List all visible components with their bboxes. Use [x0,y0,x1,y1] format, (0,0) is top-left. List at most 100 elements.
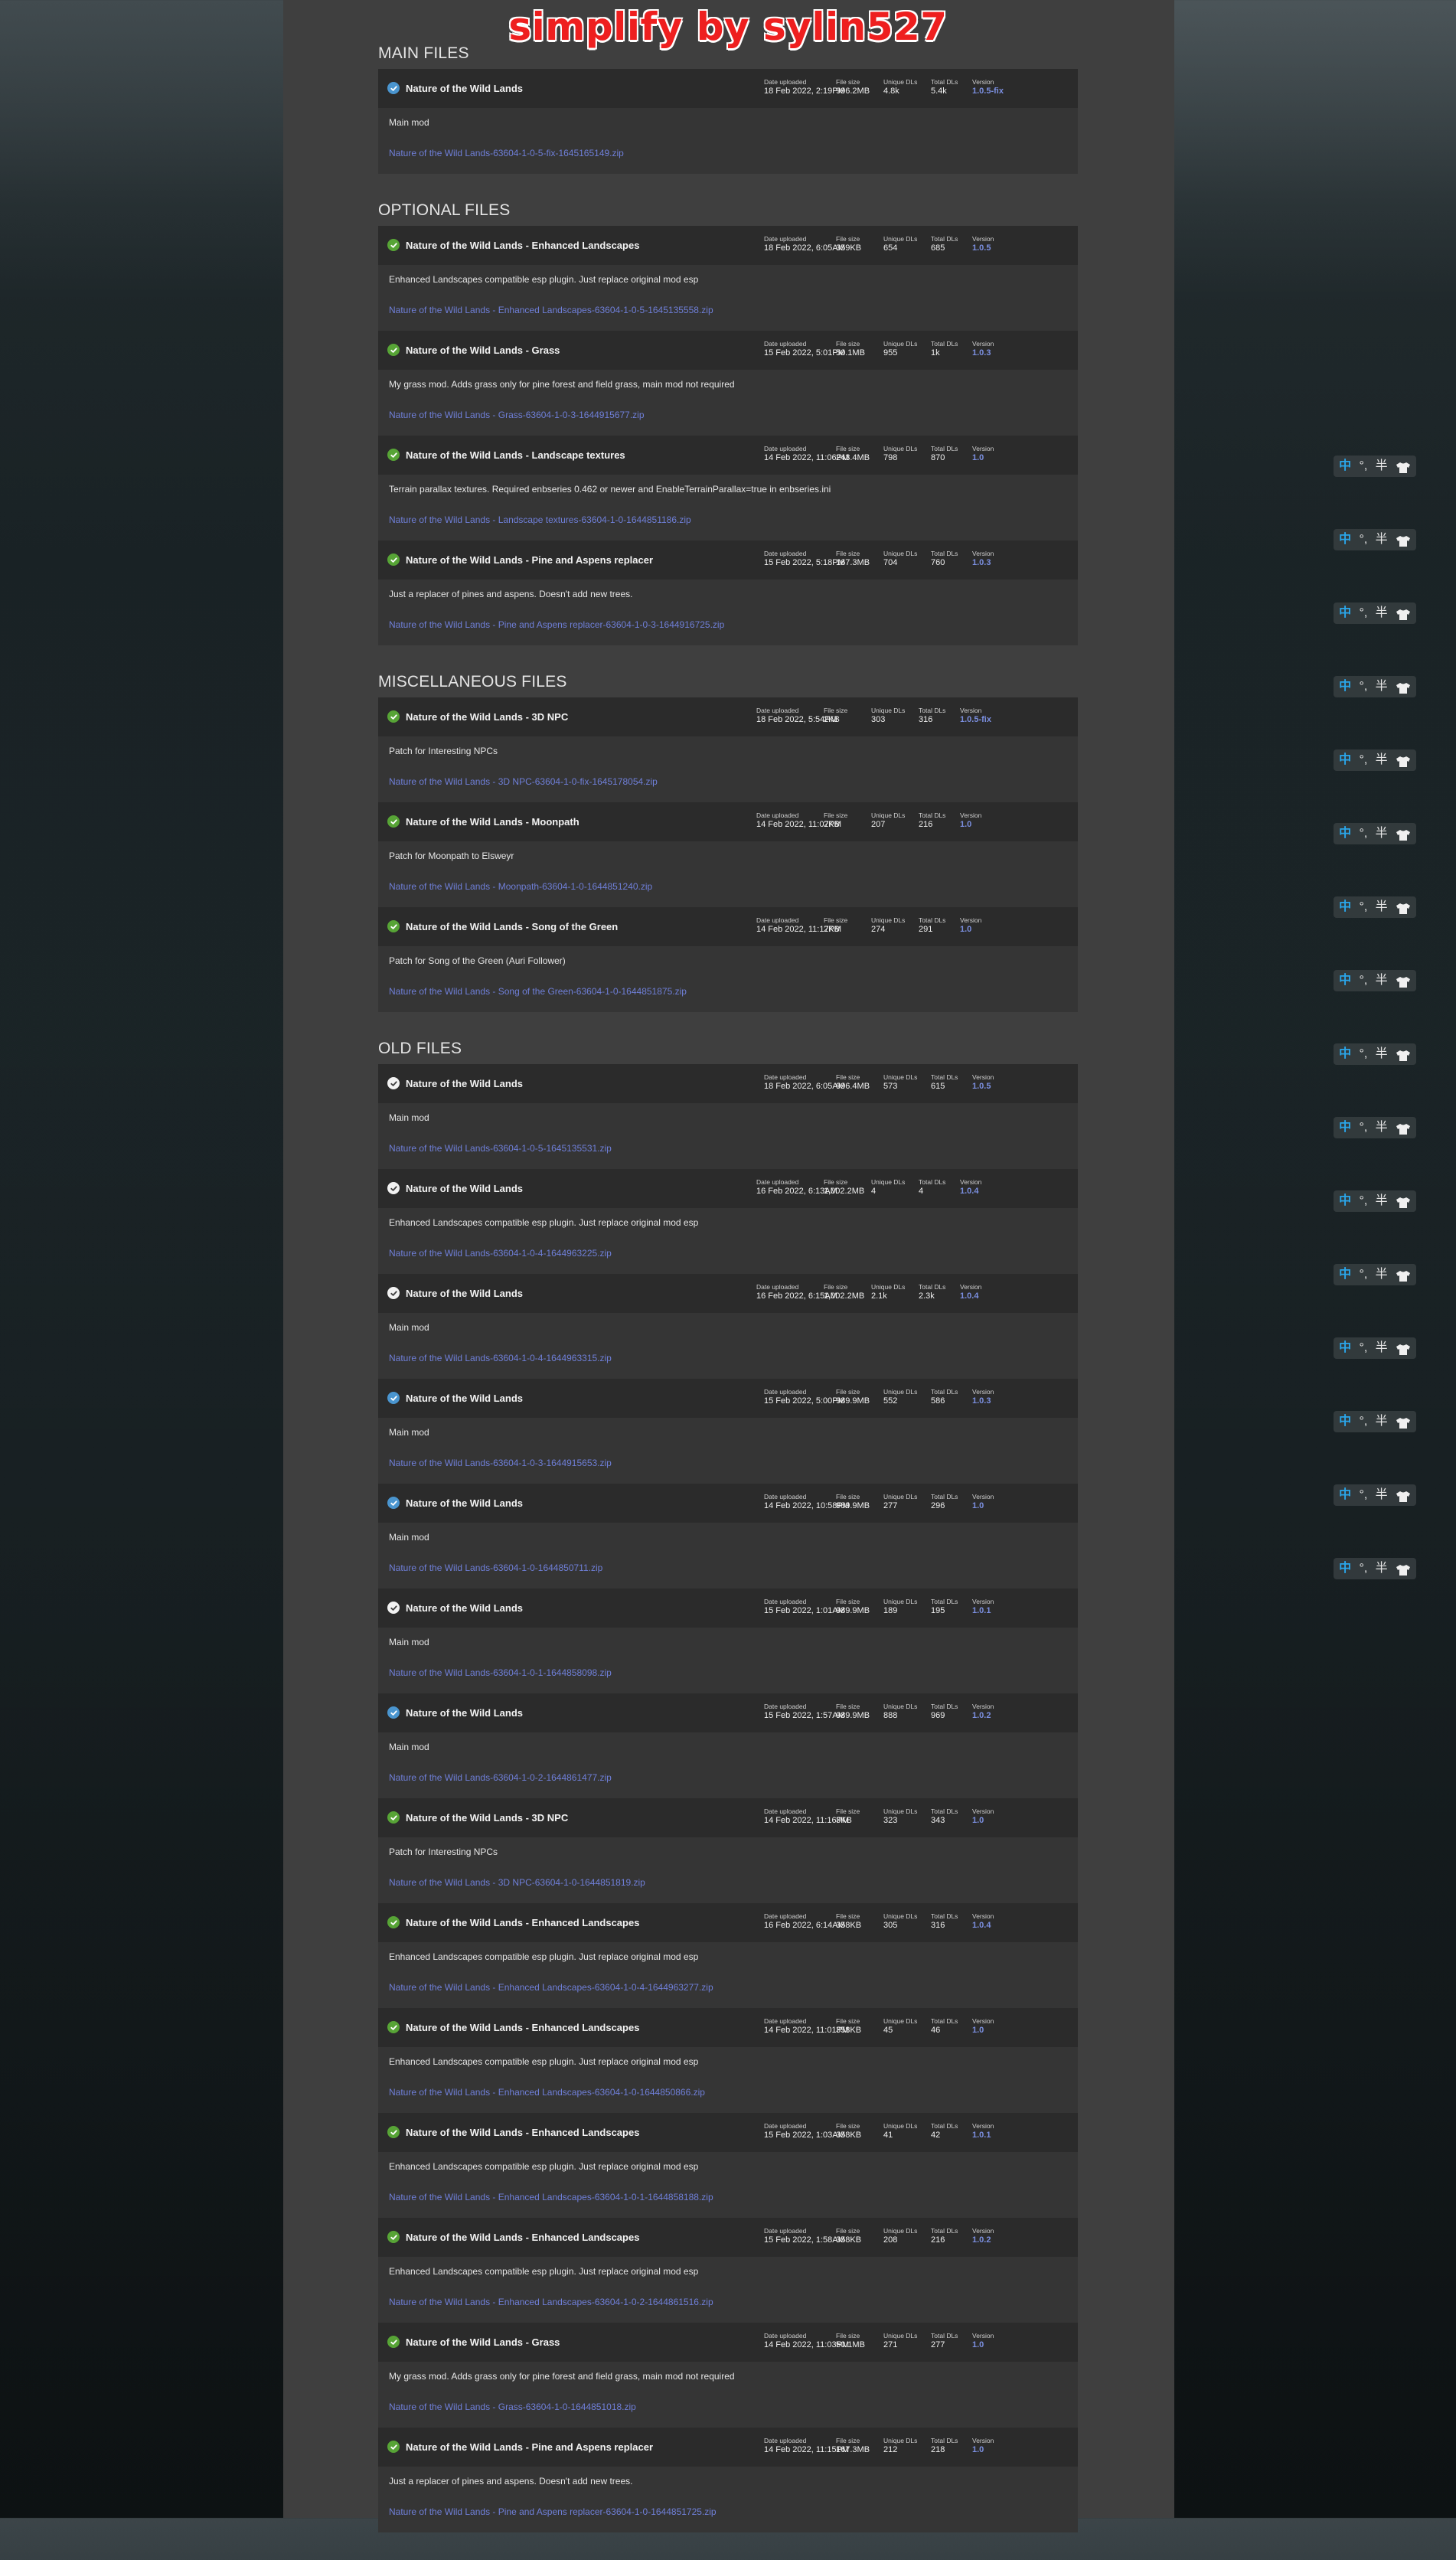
punctuation-toggle[interactable]: °, [1359,1117,1367,1138]
download-link[interactable]: Nature of the Wild Lands-63604-1-0-4-164… [389,1353,612,1363]
file-header[interactable]: Nature of the Wild Lands Date uploaded 15 … [378,1379,1078,1418]
half-width-toggle[interactable]: 半 [1376,1558,1388,1579]
shirt-icon[interactable] [1396,607,1411,620]
shirt-icon[interactable] [1396,681,1411,694]
chinese-mode-toggle[interactable]: 中 [1339,1264,1351,1285]
punctuation-toggle[interactable]: °, [1359,529,1367,550]
file-header[interactable]: Nature of the Wild Lands Date uploaded 14 … [378,1484,1078,1523]
download-link[interactable]: Nature of the Wild Lands-63604-1-0-16448… [389,1562,602,1573]
punctuation-toggle[interactable]: °, [1359,970,1367,991]
half-width-toggle[interactable]: 半 [1376,602,1388,624]
half-width-toggle[interactable]: 半 [1376,676,1388,697]
half-width-toggle[interactable]: 半 [1376,1337,1388,1359]
download-link[interactable]: Nature of the Wild Lands - Pine and Aspe… [389,2506,717,2517]
download-link[interactable]: Nature of the Wild Lands-63604-1-0-2-164… [389,1772,612,1783]
half-width-toggle[interactable]: 半 [1376,896,1388,918]
download-link[interactable]: Nature of the Wild Lands - Enhanced Land… [389,2192,713,2202]
punctuation-toggle[interactable]: °, [1359,1264,1367,1285]
half-width-toggle[interactable]: 半 [1376,1411,1388,1432]
download-link[interactable]: Nature of the Wild Lands - 3D NPC-63604-… [389,1877,645,1888]
half-width-toggle[interactable]: 半 [1376,1190,1388,1212]
chinese-mode-toggle[interactable]: 中 [1339,1484,1351,1506]
file-header[interactable]: Nature of the Wild Lands Date uploaded 18 … [378,1064,1078,1103]
half-width-toggle[interactable]: 半 [1376,749,1388,771]
file-header[interactable]: Nature of the Wild Lands - 3D NPC Date up… [378,697,1078,736]
file-header[interactable]: Nature of the Wild Lands - Landscape tex… [378,436,1078,475]
download-link[interactable]: Nature of the Wild Lands - Pine and Aspe… [389,619,724,630]
download-link[interactable]: Nature of the Wild Lands - Moonpath-6360… [389,881,652,892]
file-header[interactable]: Nature of the Wild Lands - Enhanced Land… [378,226,1078,265]
half-width-toggle[interactable]: 半 [1376,1484,1388,1506]
chinese-mode-toggle[interactable]: 中 [1339,823,1351,844]
shirt-icon[interactable] [1396,1122,1411,1135]
punctuation-toggle[interactable]: °, [1359,1484,1367,1506]
chinese-mode-toggle[interactable]: 中 [1339,1411,1351,1432]
file-header[interactable]: Nature of the Wild Lands - Enhanced Land… [378,2218,1078,2257]
shirt-icon[interactable] [1396,1489,1411,1502]
file-header[interactable]: Nature of the Wild Lands - Grass Date upl… [378,331,1078,370]
file-header[interactable]: Nature of the Wild Lands - 3D NPC Date up… [378,1798,1078,1837]
ime-toolbar[interactable]: 中 °, 半 [1334,823,1416,844]
shirt-icon[interactable] [1396,754,1411,767]
chinese-mode-toggle[interactable]: 中 [1339,1043,1351,1065]
shirt-icon[interactable] [1396,975,1411,988]
download-link[interactable]: Nature of the Wild Lands - Enhanced Land… [389,2297,713,2307]
shirt-icon[interactable] [1396,828,1411,841]
file-header[interactable]: Nature of the Wild Lands - Song of the G… [378,907,1078,946]
shirt-icon[interactable] [1396,534,1411,547]
ime-toolbar[interactable]: 中 °, 半 [1334,1117,1416,1138]
half-width-toggle[interactable]: 半 [1376,529,1388,550]
download-link[interactable]: Nature of the Wild Lands-63604-1-0-5-fix… [389,148,624,158]
file-header[interactable]: Nature of the Wild Lands Date uploaded 15 … [378,1693,1078,1732]
ime-toolbar[interactable]: 中 °, 半 [1334,529,1416,550]
punctuation-toggle[interactable]: °, [1359,1411,1367,1432]
punctuation-toggle[interactable]: °, [1359,749,1367,771]
file-header[interactable]: Nature of the Wild Lands Date uploaded 16 … [378,1169,1078,1208]
download-link[interactable]: Nature of the Wild Lands-63604-1-0-1-164… [389,1667,612,1678]
ime-toolbar[interactable]: 中 °, 半 [1334,1190,1416,1212]
punctuation-toggle[interactable]: °, [1359,1043,1367,1065]
shirt-icon[interactable] [1396,1195,1411,1208]
ime-toolbar[interactable]: 中 °, 半 [1334,676,1416,697]
punctuation-toggle[interactable]: °, [1359,676,1367,697]
ime-toolbar[interactable]: 中 °, 半 [1334,1484,1416,1506]
download-link[interactable]: Nature of the Wild Lands - Enhanced Land… [389,305,713,315]
half-width-toggle[interactable]: 半 [1376,1117,1388,1138]
ime-toolbar[interactable]: 中 °, 半 [1334,602,1416,624]
ime-toolbar[interactable]: 中 °, 半 [1334,1411,1416,1432]
chinese-mode-toggle[interactable]: 中 [1339,970,1351,991]
chinese-mode-toggle[interactable]: 中 [1339,749,1351,771]
chinese-mode-toggle[interactable]: 中 [1339,676,1351,697]
ime-toolbar[interactable]: 中 °, 半 [1334,749,1416,771]
shirt-icon[interactable] [1396,1269,1411,1282]
file-header[interactable]: Nature of the Wild Lands - Pine and Aspe… [378,2428,1078,2467]
half-width-toggle[interactable]: 半 [1376,823,1388,844]
ime-toolbar[interactable]: 中 °, 半 [1334,1043,1416,1065]
file-header[interactable]: Nature of the Wild Lands - Enhanced Land… [378,1903,1078,1942]
download-link[interactable]: Nature of the Wild Lands - Landscape tex… [389,514,691,525]
half-width-toggle[interactable]: 半 [1376,456,1388,477]
file-header[interactable]: Nature of the Wild Lands - Pine and Aspe… [378,540,1078,580]
download-link[interactable]: Nature of the Wild Lands - Enhanced Land… [389,2087,705,2098]
shirt-icon[interactable] [1396,1048,1411,1061]
file-header[interactable]: Nature of the Wild Lands - Moonpath Date … [378,802,1078,841]
file-header[interactable]: Nature of the Wild Lands - Grass Date upl… [378,2323,1078,2362]
download-link[interactable]: Nature of the Wild Lands - Enhanced Land… [389,1982,713,1993]
ime-toolbar[interactable]: 中 °, 半 [1334,1264,1416,1285]
chinese-mode-toggle[interactable]: 中 [1339,529,1351,550]
punctuation-toggle[interactable]: °, [1359,896,1367,918]
shirt-icon[interactable] [1396,901,1411,914]
chinese-mode-toggle[interactable]: 中 [1339,896,1351,918]
chinese-mode-toggle[interactable]: 中 [1339,1337,1351,1359]
chinese-mode-toggle[interactable]: 中 [1339,1117,1351,1138]
file-header[interactable]: Nature of the Wild Lands Date uploaded 15 … [378,1589,1078,1628]
half-width-toggle[interactable]: 半 [1376,970,1388,991]
file-header[interactable]: Nature of the Wild Lands Date uploaded 16 … [378,1274,1078,1313]
chinese-mode-toggle[interactable]: 中 [1339,1558,1351,1579]
ime-toolbar[interactable]: 中 °, 半 [1334,1337,1416,1359]
chinese-mode-toggle[interactable]: 中 [1339,1190,1351,1212]
punctuation-toggle[interactable]: °, [1359,1337,1367,1359]
shirt-icon[interactable] [1396,460,1411,473]
punctuation-toggle[interactable]: °, [1359,1558,1367,1579]
download-link[interactable]: Nature of the Wild Lands-63604-1-0-4-164… [389,1248,612,1259]
